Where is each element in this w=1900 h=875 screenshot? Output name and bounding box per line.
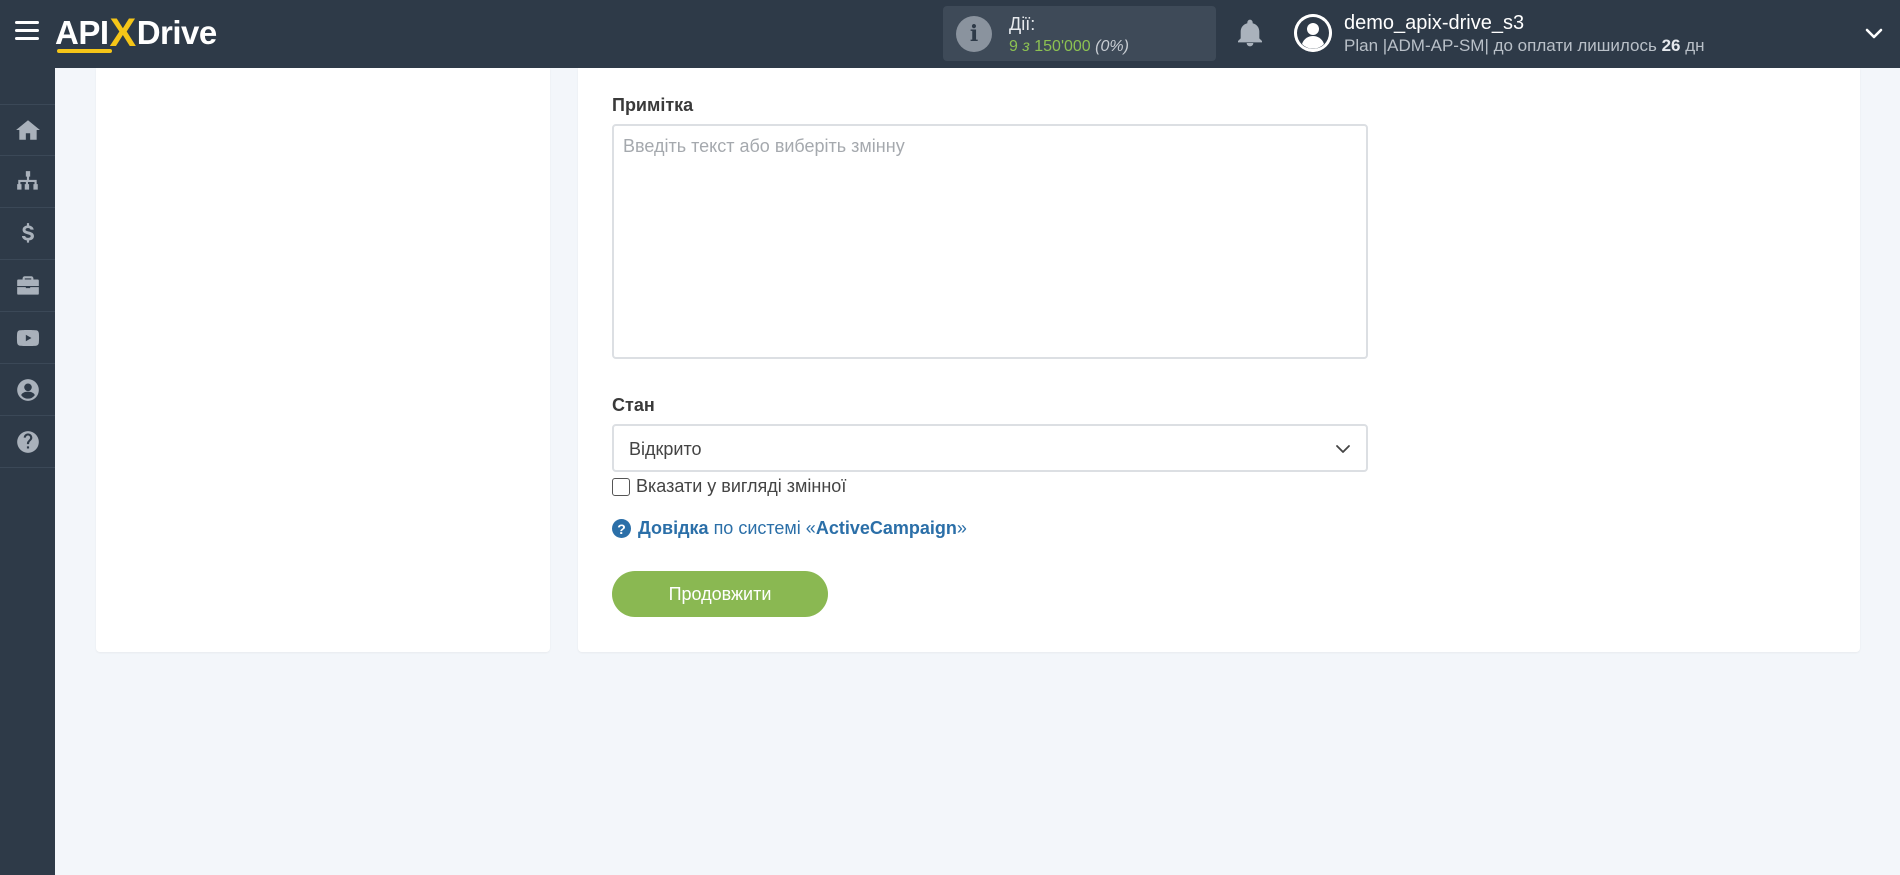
sidebar-item-home[interactable] <box>0 104 55 156</box>
status-select[interactable]: Відкрито <box>612 424 1368 472</box>
plan-suffix: дн <box>1685 36 1705 55</box>
logo-underline <box>57 49 112 53</box>
avatar[interactable] <box>1294 14 1332 52</box>
help-quote-close: » <box>956 518 967 538</box>
actions-used: 9 <box>1009 38 1018 55</box>
chevron-down-icon <box>1336 445 1350 453</box>
actions-limit: 150'000 <box>1034 38 1091 55</box>
chevron-down-icon[interactable] <box>1864 24 1884 44</box>
actions-counter[interactable]: i Дії: 9 з 150'000 (0%) <box>943 6 1216 61</box>
user-plan: Plan |ADM-AP-SM| до оплати лишилось 26 д… <box>1344 36 1705 56</box>
sidebar <box>0 68 55 875</box>
help-question-icon: ? <box>612 519 631 538</box>
info-icon: i <box>956 16 992 52</box>
as-variable-checkbox-row[interactable]: Вказати у вигляді змінної <box>612 476 846 497</box>
dollar-icon <box>21 222 34 243</box>
sitemap-icon <box>16 170 38 190</box>
status-select-value: Відкрито <box>629 439 702 459</box>
logo-x: X <box>109 10 137 55</box>
help-text: по системі « <box>713 518 816 538</box>
help-link-activecampaign[interactable]: ActiveCampaign <box>816 518 957 539</box>
question-circle-icon <box>16 430 39 453</box>
as-variable-checkbox[interactable] <box>612 477 630 496</box>
note-label: Примітка <box>612 95 694 115</box>
menu-toggle-icon[interactable] <box>15 21 39 41</box>
sidebar-item-billing[interactable] <box>0 208 55 260</box>
user-circle-icon <box>16 378 39 401</box>
sidebar-item-account[interactable] <box>0 364 55 416</box>
user-name[interactable]: demo_apix-drive_s3 <box>1344 12 1524 35</box>
left-panel <box>96 68 550 652</box>
logo-drive: Drive <box>136 14 218 51</box>
help-link-strong[interactable]: Довідка <box>638 518 709 539</box>
note-textarea[interactable] <box>612 124 1368 359</box>
continue-button[interactable]: Продовжити <box>612 571 828 617</box>
help-row: ? Довідка по системі « ActiveCampaign » <box>612 518 967 539</box>
sidebar-item-services[interactable] <box>0 260 55 312</box>
top-bar: API X Drive i Дії: 9 з 150'000 (0%) demo_a… <box>0 0 1900 68</box>
actions-percent: (0%) <box>1095 38 1129 55</box>
as-variable-label: Вказати у вигляді змінної <box>636 476 847 496</box>
plan-prefix: Plan |ADM-AP-SM| до оплати лишилось <box>1344 36 1657 55</box>
actions-count: 9 з 150'000 (0%) <box>1009 38 1129 56</box>
actions-of: з <box>1022 38 1030 55</box>
briefcase-icon <box>16 275 39 295</box>
sidebar-item-video[interactable] <box>0 312 55 364</box>
sidebar-item-help[interactable] <box>0 416 55 468</box>
plan-days: 26 <box>1661 36 1681 55</box>
sidebar-item-connections[interactable] <box>0 156 55 208</box>
logo[interactable]: API X Drive <box>55 10 217 56</box>
youtube-icon <box>16 329 39 346</box>
home-icon <box>15 120 40 140</box>
logo-api: API <box>55 14 109 51</box>
status-label: Стан <box>612 395 655 415</box>
bell-icon[interactable] <box>1234 17 1266 49</box>
actions-label: Дії: <box>1009 14 1036 34</box>
